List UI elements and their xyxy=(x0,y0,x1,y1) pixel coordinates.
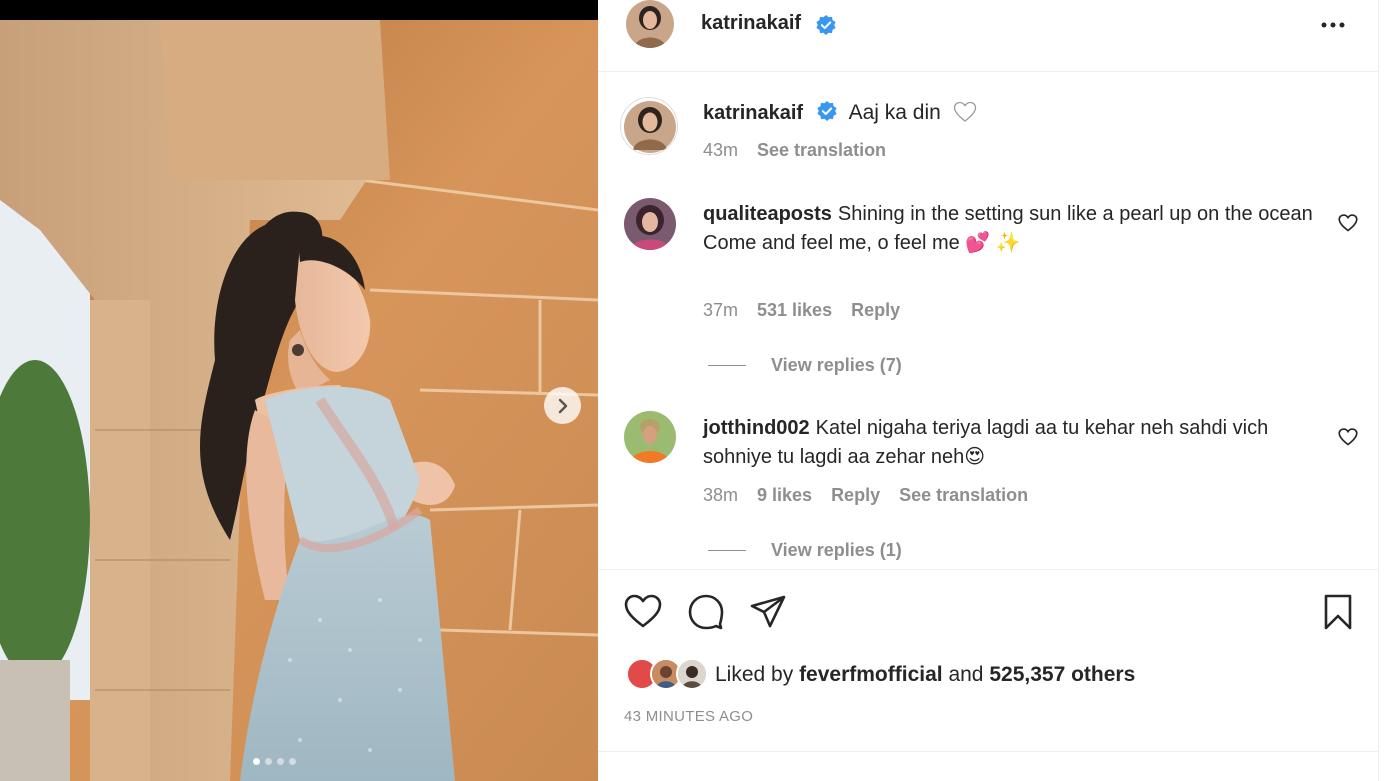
divider-line xyxy=(708,365,746,366)
post-photo[interactable] xyxy=(0,0,598,781)
heart-outline-icon xyxy=(1338,428,1358,446)
like-button[interactable] xyxy=(623,592,663,632)
comment-meta: 38m 9 likes Reply See translation xyxy=(703,485,1028,506)
bookmark-icon xyxy=(1324,594,1352,630)
view-replies-label: View replies (1) xyxy=(771,540,902,560)
carousel-next-button[interactable] xyxy=(544,387,581,424)
comment-likes[interactable]: 9 likes xyxy=(757,485,812,506)
comment-time: 37m xyxy=(703,300,739,320)
comment-reply-button[interactable]: Reply xyxy=(831,485,880,506)
caption-see-translation[interactable]: See translation xyxy=(757,140,886,161)
comments-section[interactable]: katrinakaif Aaj ka din 43m See translati… xyxy=(598,73,1379,569)
liked-by-and: and xyxy=(948,663,984,686)
share-button[interactable] xyxy=(748,592,788,632)
chevron-right-icon xyxy=(558,398,567,413)
photo-scene xyxy=(0,0,598,781)
comment-avatar[interactable] xyxy=(624,411,676,463)
comment-see-translation[interactable]: See translation xyxy=(899,485,1028,506)
likes-summary[interactable]: Liked by feverfmofficial and 525,357 oth… xyxy=(626,658,1135,692)
paper-plane-icon xyxy=(750,595,786,628)
post-actions: Liked by feverfmofficial and 525,357 oth… xyxy=(598,569,1379,752)
liked-by-prefix: Liked by xyxy=(715,663,794,686)
view-replies-button[interactable]: View replies (1) xyxy=(708,540,902,561)
caption-username[interactable]: katrinakaif xyxy=(703,102,803,124)
liked-by-user[interactable]: feverfmofficial xyxy=(799,663,943,687)
comment-reply-button[interactable]: Reply xyxy=(851,300,900,321)
comment-likes[interactable]: 531 likes xyxy=(757,300,832,321)
caption-text: Aaj ka din xyxy=(848,101,941,124)
heart-outline-icon xyxy=(624,594,662,628)
more-horizontal-icon xyxy=(1321,22,1345,28)
likes-count[interactable]: 525,357 others xyxy=(989,663,1135,687)
carousel-dot xyxy=(253,758,260,765)
comment-bubble-icon xyxy=(688,594,724,630)
post-side-panel: katrinakaif katrinakaif Aaj ka din 43m S… xyxy=(598,0,1379,781)
view-replies-button[interactable]: View replies (7) xyxy=(708,355,902,376)
comment-meta: 37m 531 likes Reply xyxy=(703,300,900,321)
carousel-indicator xyxy=(253,758,296,765)
post-header: katrinakaif xyxy=(598,0,1379,72)
heart-outline-icon xyxy=(1338,214,1358,232)
verified-badge-icon xyxy=(816,15,836,35)
caption-author-avatar[interactable] xyxy=(620,97,678,155)
comment-time: 38m xyxy=(703,485,739,505)
comment-button[interactable] xyxy=(686,592,726,632)
like-comment-button[interactable] xyxy=(1338,427,1358,447)
author-username[interactable]: katrinakaif xyxy=(701,12,801,35)
comment-username[interactable]: jotthind002 xyxy=(703,417,810,439)
comment-avatar[interactable] xyxy=(624,198,676,250)
caption-meta: 43m See translation xyxy=(703,140,886,161)
view-replies-label: View replies (7) xyxy=(771,355,902,375)
like-comment-button[interactable] xyxy=(1338,213,1358,233)
author-avatar[interactable] xyxy=(626,0,674,48)
more-options-button[interactable] xyxy=(1319,14,1347,36)
post-timestamp: 43 MINUTES AGO xyxy=(624,708,754,725)
caption: katrinakaif Aaj ka din xyxy=(703,98,1323,128)
carousel-dot xyxy=(289,758,296,765)
comment: jotthind002 Katel nigaha teriya lagdi aa … xyxy=(703,414,1323,472)
comment-text: Come and feel me, o feel me 💕 ✨ xyxy=(703,232,1021,254)
verified-badge-icon xyxy=(817,101,837,121)
comment: qualiteaposts Shining in the setting sun … xyxy=(703,200,1323,258)
divider-line xyxy=(708,550,746,551)
comment-text: Shining in the setting sun like a pearl … xyxy=(837,203,1313,225)
save-button[interactable] xyxy=(1318,592,1358,632)
carousel-dot xyxy=(265,758,272,765)
comment-username[interactable]: qualiteaposts xyxy=(703,203,832,225)
caption-time: 43m xyxy=(703,140,739,160)
carousel-dot xyxy=(277,758,284,765)
liker-avatar xyxy=(676,658,708,690)
white-heart-emoji-icon xyxy=(953,101,976,122)
liker-avatars xyxy=(626,658,712,692)
